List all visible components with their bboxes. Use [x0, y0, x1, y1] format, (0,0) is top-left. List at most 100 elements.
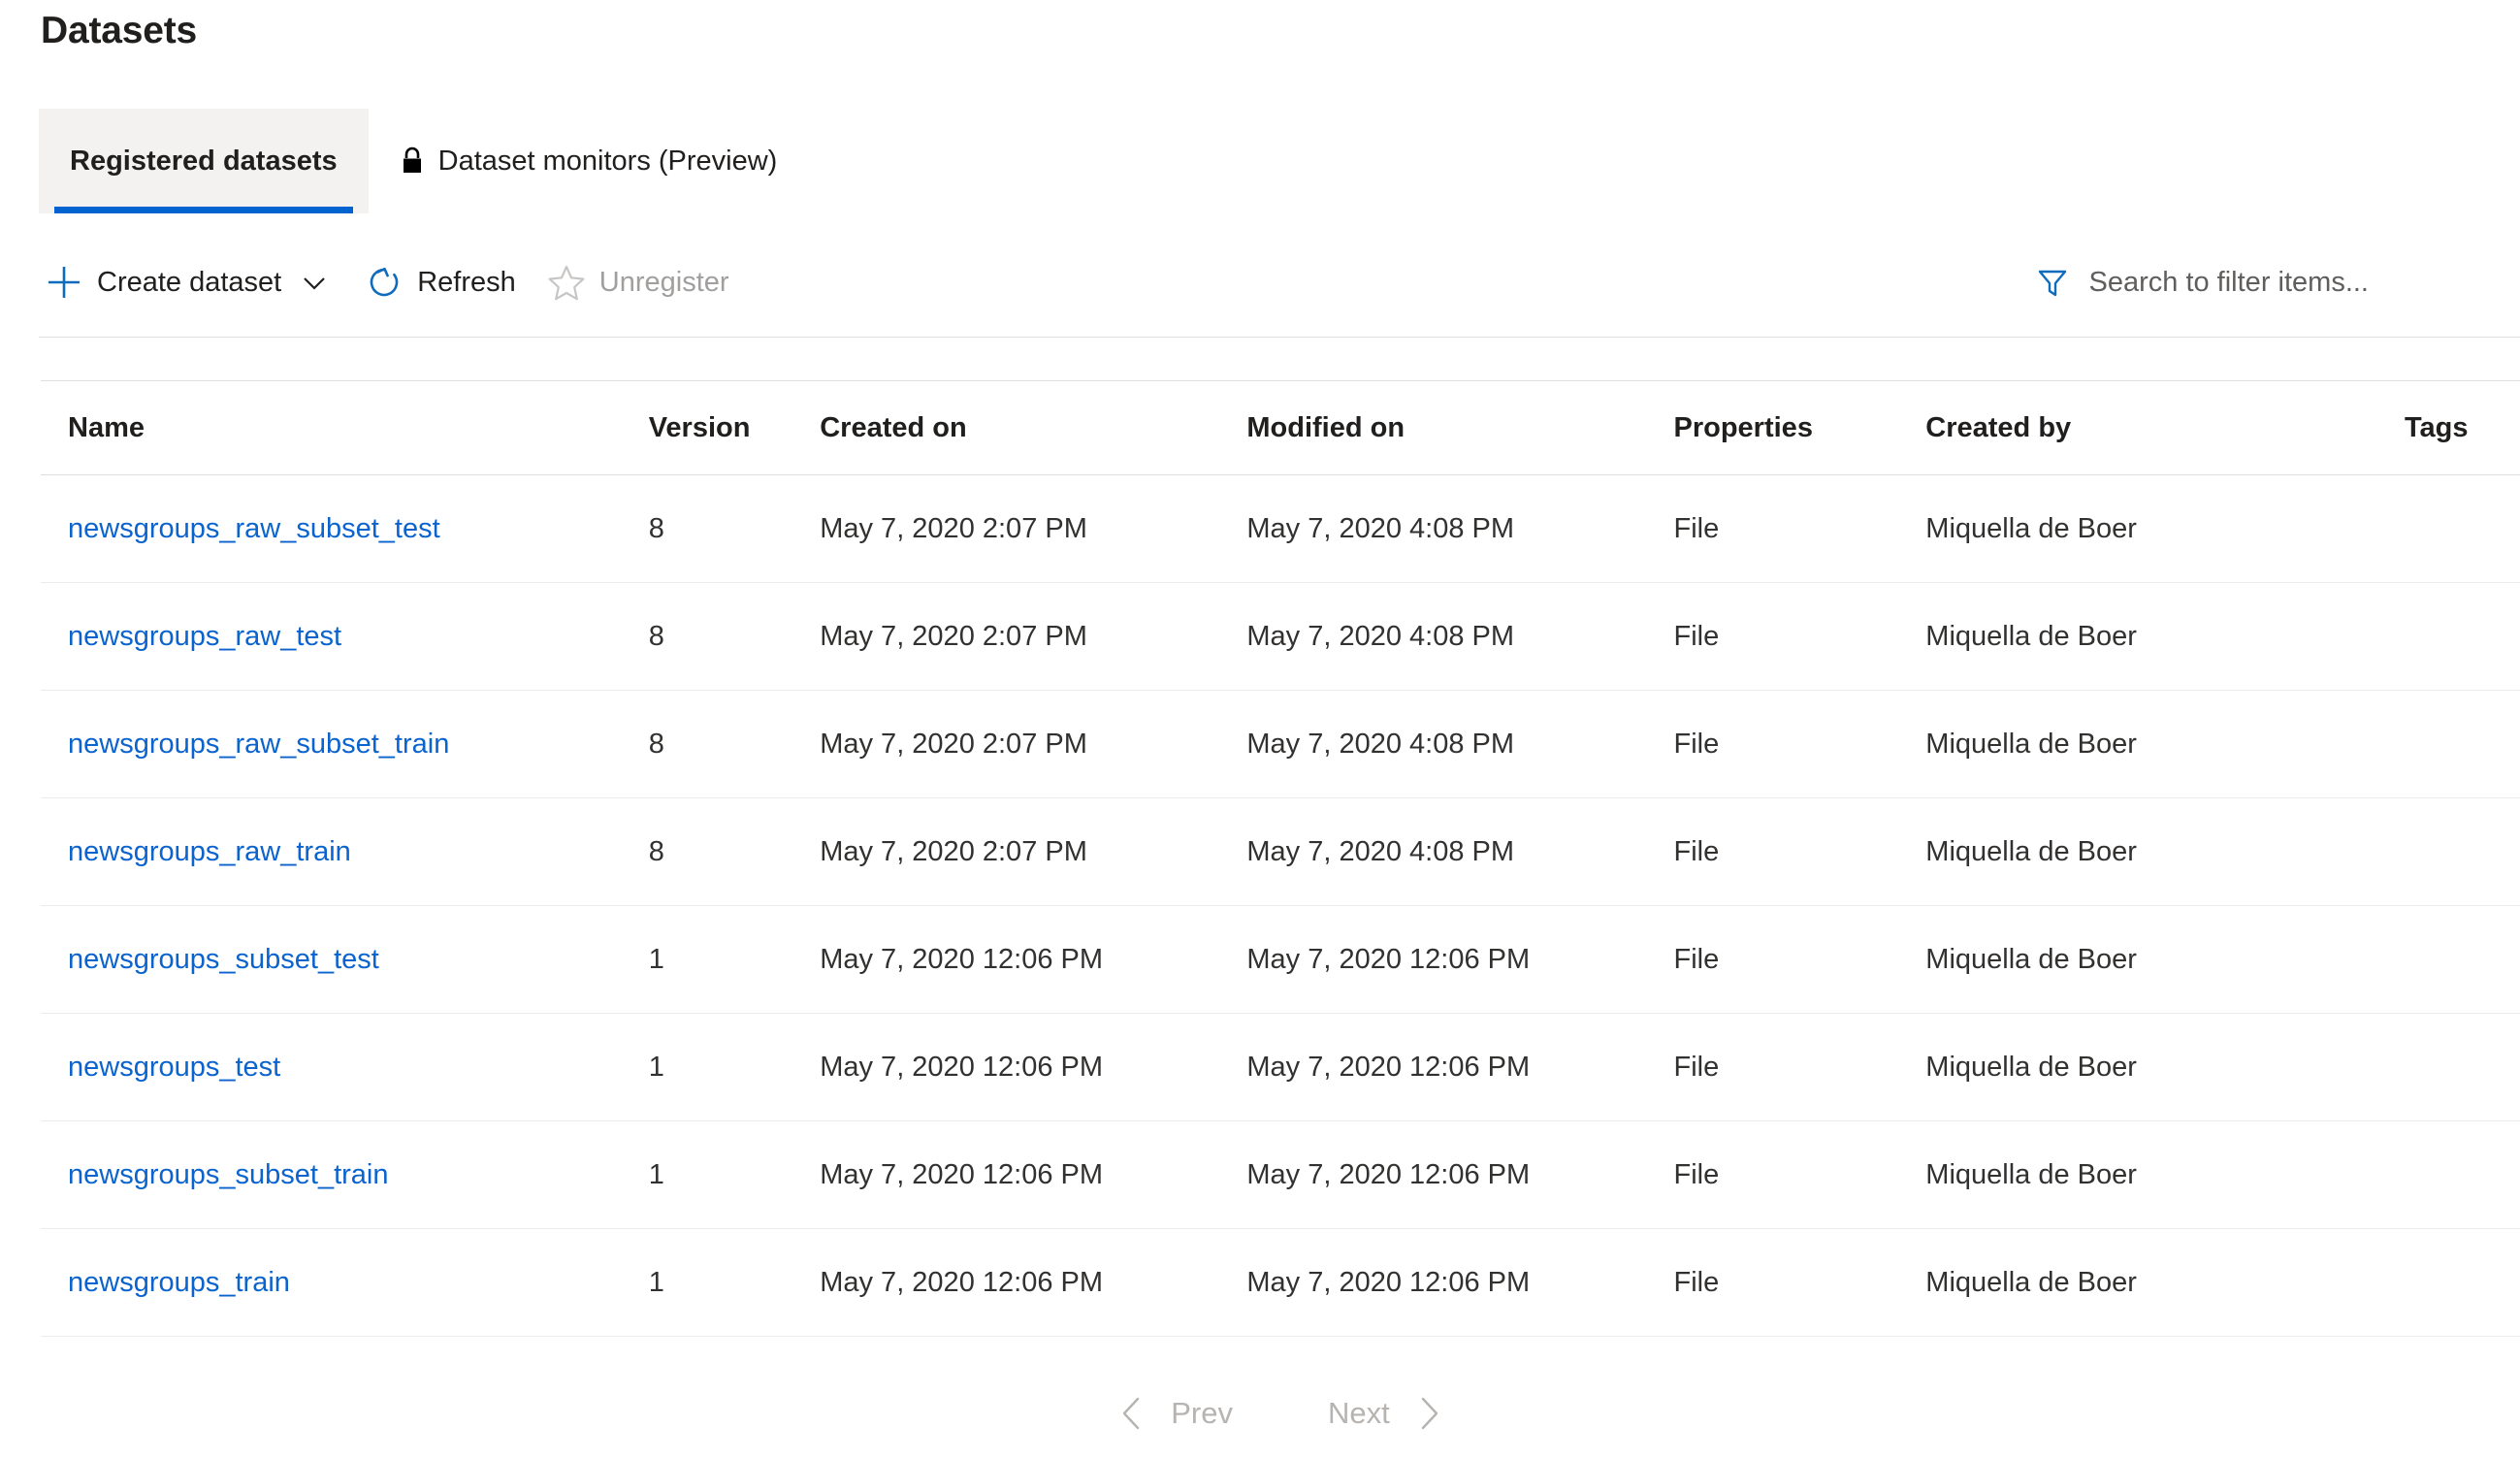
- cell-name: newsgroups_train: [68, 1267, 649, 1299]
- filter-funnel-icon: [2031, 261, 2074, 304]
- table-row[interactable]: newsgroups_subset_train 1 May 7, 2020 12…: [41, 1121, 2520, 1229]
- table-row[interactable]: newsgroups_test 1 May 7, 2020 12:06 PM M…: [41, 1014, 2520, 1121]
- cell-modified-on: May 7, 2020 12:06 PM: [1246, 1159, 1673, 1191]
- plus-icon: [43, 261, 85, 304]
- create-dataset-label: Create dataset: [97, 269, 281, 297]
- cell-created-by: Miquella de Boer: [1925, 1052, 2405, 1084]
- table-row[interactable]: newsgroups_subset_test 1 May 7, 2020 12:…: [41, 906, 2520, 1014]
- column-header-tags[interactable]: Tags: [2405, 412, 2520, 444]
- cell-version: 1: [649, 1267, 821, 1299]
- cell-created-on: May 7, 2020 2:07 PM: [820, 621, 1246, 653]
- cell-created-on: May 7, 2020 2:07 PM: [820, 513, 1246, 545]
- cell-created-on: May 7, 2020 12:06 PM: [820, 1267, 1246, 1299]
- lock-icon: [400, 146, 425, 176]
- column-header-name[interactable]: Name: [68, 412, 649, 444]
- column-header-properties[interactable]: Properties: [1674, 412, 1926, 444]
- create-dataset-button[interactable]: Create dataset: [39, 251, 338, 313]
- datasets-table: Name Version Created on Modified on Prop…: [41, 380, 2520, 1337]
- command-bar-divider: [39, 337, 2520, 338]
- cell-created-on: May 7, 2020 2:07 PM: [820, 836, 1246, 868]
- tab-registered-datasets[interactable]: Registered datasets: [39, 109, 369, 213]
- chevron-left-icon: [1111, 1392, 1153, 1435]
- cell-name: newsgroups_test: [68, 1052, 649, 1084]
- page-title: Datasets: [41, 8, 197, 54]
- pagination: Prev Next: [41, 1367, 2520, 1459]
- cell-version: 8: [649, 621, 821, 653]
- cell-modified-on: May 7, 2020 4:08 PM: [1246, 836, 1673, 868]
- cell-version: 8: [649, 513, 821, 545]
- tab-bar: Registered datasets Dataset monitors (Pr…: [39, 109, 808, 213]
- search-input[interactable]: Search to filter items...: [2031, 251, 2520, 313]
- column-header-created-by[interactable]: Created by: [1925, 412, 2405, 444]
- cell-modified-on: May 7, 2020 4:08 PM: [1246, 513, 1673, 545]
- cell-name: newsgroups_raw_test: [68, 621, 649, 653]
- cell-name: newsgroups_raw_subset_train: [68, 729, 649, 761]
- refresh-label: Refresh: [417, 269, 516, 297]
- dataset-name-link[interactable]: newsgroups_subset_train: [68, 1159, 388, 1190]
- refresh-icon: [363, 261, 405, 304]
- cell-name: newsgroups_raw_subset_test: [68, 513, 649, 545]
- cell-created-by: Miquella de Boer: [1925, 621, 2405, 653]
- cell-modified-on: May 7, 2020 4:08 PM: [1246, 729, 1673, 761]
- cell-version: 1: [649, 944, 821, 976]
- pagination-prev-label: Prev: [1171, 1396, 1233, 1431]
- dataset-name-link[interactable]: newsgroups_subset_test: [68, 944, 379, 975]
- cell-created-by: Miquella de Boer: [1925, 513, 2405, 545]
- cell-created-on: May 7, 2020 2:07 PM: [820, 729, 1246, 761]
- cell-created-by: Miquella de Boer: [1925, 836, 2405, 868]
- cell-created-on: May 7, 2020 12:06 PM: [820, 1052, 1246, 1084]
- cell-properties: File: [1674, 621, 1926, 653]
- cell-properties: File: [1674, 1159, 1926, 1191]
- cell-version: 8: [649, 729, 821, 761]
- cell-created-on: May 7, 2020 12:06 PM: [820, 944, 1246, 976]
- dataset-name-link[interactable]: newsgroups_raw_subset_train: [68, 729, 449, 760]
- cell-created-by: Miquella de Boer: [1925, 729, 2405, 761]
- datasets-page: Datasets Registered datasets Dataset mon…: [0, 0, 2520, 1459]
- command-bar: Create dataset Refresh Unr: [39, 233, 2520, 332]
- dataset-name-link[interactable]: newsgroups_raw_train: [68, 836, 351, 867]
- cell-version: 8: [649, 836, 821, 868]
- pagination-next-label: Next: [1328, 1396, 1390, 1431]
- unregister-button[interactable]: Unregister: [541, 251, 733, 313]
- cell-created-by: Miquella de Boer: [1925, 1267, 2405, 1299]
- cell-modified-on: May 7, 2020 12:06 PM: [1246, 1052, 1673, 1084]
- chevron-down-icon[interactable]: [295, 263, 334, 302]
- pagination-next-button[interactable]: Next: [1328, 1392, 1450, 1435]
- cell-created-on: May 7, 2020 12:06 PM: [820, 1159, 1246, 1191]
- cell-version: 1: [649, 1052, 821, 1084]
- cell-created-by: Miquella de Boer: [1925, 944, 2405, 976]
- cell-properties: File: [1674, 1267, 1926, 1299]
- star-outline-icon: [545, 261, 588, 304]
- table-row[interactable]: newsgroups_raw_test 8 May 7, 2020 2:07 P…: [41, 583, 2520, 691]
- cell-properties: File: [1674, 1052, 1926, 1084]
- refresh-button[interactable]: Refresh: [359, 251, 520, 313]
- column-header-created-on[interactable]: Created on: [820, 412, 1246, 444]
- cell-modified-on: May 7, 2020 4:08 PM: [1246, 621, 1673, 653]
- cell-created-by: Miquella de Boer: [1925, 1159, 2405, 1191]
- dataset-name-link[interactable]: newsgroups_train: [68, 1267, 290, 1298]
- table-row[interactable]: newsgroups_raw_subset_test 8 May 7, 2020…: [41, 475, 2520, 583]
- cell-version: 1: [649, 1159, 821, 1191]
- table-header-row: Name Version Created on Modified on Prop…: [41, 380, 2520, 475]
- column-header-modified-on[interactable]: Modified on: [1246, 412, 1673, 444]
- dataset-name-link[interactable]: newsgroups_test: [68, 1052, 280, 1083]
- tab-dataset-monitors[interactable]: Dataset monitors (Preview): [369, 109, 809, 213]
- cell-name: newsgroups_raw_train: [68, 836, 649, 868]
- unregister-label: Unregister: [599, 269, 729, 297]
- cell-name: newsgroups_subset_train: [68, 1159, 649, 1191]
- table-row[interactable]: newsgroups_raw_train 8 May 7, 2020 2:07 …: [41, 798, 2520, 906]
- cell-properties: File: [1674, 513, 1926, 545]
- tab-registered-datasets-label: Registered datasets: [70, 146, 338, 178]
- column-header-version[interactable]: Version: [649, 412, 821, 444]
- cell-modified-on: May 7, 2020 12:06 PM: [1246, 1267, 1673, 1299]
- table-row[interactable]: newsgroups_train 1 May 7, 2020 12:06 PM …: [41, 1229, 2520, 1337]
- pagination-prev-button[interactable]: Prev: [1111, 1392, 1233, 1435]
- tab-dataset-monitors-label: Dataset monitors (Preview): [438, 146, 778, 178]
- cell-properties: File: [1674, 729, 1926, 761]
- search-input-placeholder: Search to filter items...: [2089, 267, 2370, 299]
- table-row[interactable]: newsgroups_raw_subset_train 8 May 7, 202…: [41, 691, 2520, 798]
- dataset-name-link[interactable]: newsgroups_raw_test: [68, 621, 341, 652]
- dataset-name-link[interactable]: newsgroups_raw_subset_test: [68, 513, 440, 544]
- chevron-right-icon: [1407, 1392, 1450, 1435]
- cell-name: newsgroups_subset_test: [68, 944, 649, 976]
